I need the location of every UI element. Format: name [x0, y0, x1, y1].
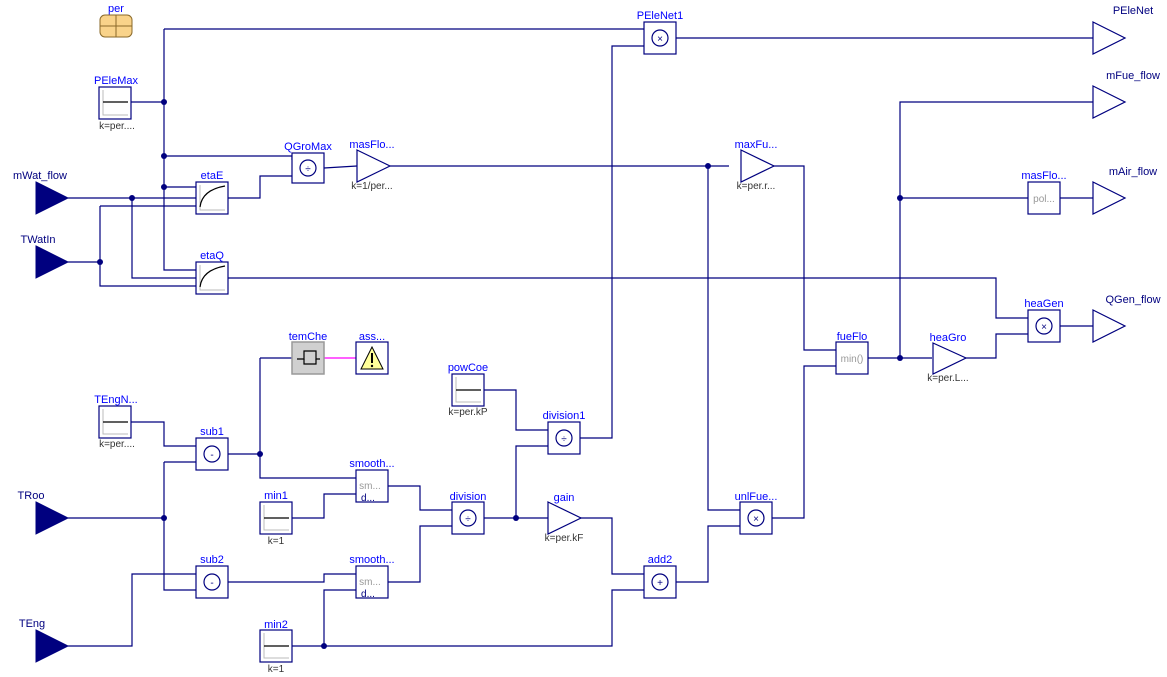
block-QGroMax[interactable]: ÷ QGroMax	[284, 141, 332, 184]
block-division[interactable]: ÷ division	[450, 491, 487, 535]
block-label: division	[450, 491, 487, 503]
block-label: masFlo...	[349, 139, 394, 151]
output-label: PEleNet	[1113, 5, 1153, 17]
block-TEngN[interactable]: TEngN... k=per....	[94, 394, 137, 450]
block-inner-text: d...	[361, 493, 375, 504]
output-mFue_flow[interactable]: mFue_flow	[1092, 70, 1160, 119]
block-parameter: k=per.L...	[927, 373, 968, 384]
output-label: mAir_flow	[1109, 166, 1157, 178]
input-label: TRoo	[18, 490, 45, 502]
block-label: add2	[648, 554, 672, 566]
block-label: min1	[264, 490, 288, 502]
block-etaQ[interactable]: etaQ	[195, 250, 229, 295]
block-parameter: k=per.kP	[448, 407, 488, 418]
block-parameter: k=per.r...	[737, 181, 776, 192]
record-per[interactable]: per	[99, 3, 133, 38]
output-label: mFue_flow	[1106, 70, 1160, 82]
block-label: PEleNet1	[637, 10, 683, 22]
block-label: sub2	[200, 554, 224, 566]
block-label: smooth...	[349, 554, 394, 566]
block-inner-text: pol...	[1033, 194, 1055, 205]
divide-icon: ÷	[465, 514, 471, 525]
output-PEleNet[interactable]: PEleNet	[1092, 5, 1153, 55]
block-label: PEleMax	[94, 75, 139, 87]
block-PEleNet1[interactable]: × PEleNet1	[637, 10, 683, 55]
input-label: mWat_flow	[13, 170, 67, 182]
block-label: masFlo...	[1021, 170, 1066, 182]
block-powCoe[interactable]: powCoe k=per.kP	[448, 362, 488, 418]
input-label: TEng	[19, 618, 45, 630]
block-smooth1[interactable]: sm... d... smooth...	[349, 458, 394, 504]
block-fueFlo[interactable]: min() fueFlo	[835, 331, 869, 375]
block-temChe[interactable]: temChe	[289, 331, 328, 375]
block-label: sub1	[200, 426, 224, 438]
block-inner-text: min()	[841, 354, 864, 365]
input-mWat_flow[interactable]: mWat_flow	[13, 170, 70, 215]
block-label: min2	[264, 619, 288, 631]
block-label: fueFlo	[837, 331, 868, 343]
minus-icon: -	[210, 578, 213, 589]
block-parameter: k=1	[268, 664, 285, 675]
plus-icon: +	[657, 578, 663, 589]
block-min2[interactable]: min2 k=1	[259, 619, 293, 675]
multiply-icon: ×	[753, 514, 759, 525]
divide-icon: ÷	[305, 164, 311, 175]
block-label: division1	[543, 410, 586, 422]
block-label: heaGen	[1024, 298, 1063, 310]
output-QGen_flow[interactable]: QGen_flow	[1092, 294, 1161, 343]
block-label: per	[108, 3, 124, 15]
block-parameter: k=per....	[99, 121, 135, 132]
block-heaGro[interactable]: heaGro k=per.L...	[927, 332, 968, 384]
block-inner-text: d...	[361, 589, 375, 600]
multiply-icon: ×	[1041, 322, 1047, 333]
block-label: gain	[554, 492, 575, 504]
block-inner-text: sm...	[359, 481, 381, 492]
block-heaGen[interactable]: × heaGen	[1024, 298, 1064, 343]
block-min1[interactable]: min1 k=1	[259, 490, 293, 547]
block-label: maxFu...	[735, 139, 778, 151]
block-label: unlFue...	[735, 491, 778, 503]
input-TRoo[interactable]: TRoo	[18, 490, 70, 535]
block-masFlo2[interactable]: pol... masFlo...	[1021, 170, 1067, 215]
block-label: temChe	[289, 331, 328, 343]
block-ass[interactable]: ass...	[355, 331, 389, 375]
output-label: QGen_flow	[1105, 294, 1160, 306]
block-label: heaGro	[930, 332, 967, 344]
block-label: powCoe	[448, 362, 488, 374]
block-diagram: per mWat_flow TWatIn TRoo TEng PEleNet m…	[13, 3, 1161, 675]
block-label: etaQ	[200, 250, 224, 262]
multiply-icon: ×	[657, 34, 663, 45]
input-TWatIn[interactable]: TWatIn	[20, 234, 70, 279]
input-TEng[interactable]: TEng	[19, 618, 70, 663]
divide-icon: ÷	[561, 434, 567, 445]
block-maxFu[interactable]: maxFu... k=per.r...	[735, 139, 778, 192]
block-parameter: k=per.kF	[545, 533, 584, 544]
output-mAir_flow[interactable]: mAir_flow	[1092, 166, 1157, 215]
block-sub1[interactable]: - sub1	[195, 426, 229, 471]
input-label: TWatIn	[20, 234, 55, 246]
block-inner-text: sm...	[359, 577, 381, 588]
block-label: TEngN...	[94, 394, 137, 406]
block-PEleMax[interactable]: PEleMax k=per....	[94, 75, 139, 132]
block-parameter: k=1	[268, 536, 285, 547]
minus-icon: -	[210, 450, 213, 461]
block-unlFue[interactable]: × unlFue...	[735, 491, 778, 535]
block-etaE[interactable]: etaE	[195, 170, 229, 215]
block-division1[interactable]: ÷ division1	[543, 410, 586, 455]
block-label: QGroMax	[284, 141, 332, 153]
block-gain[interactable]: gain k=per.kF	[545, 492, 584, 544]
block-label: ass...	[359, 331, 385, 343]
block-label: smooth...	[349, 458, 394, 470]
block-smooth2[interactable]: sm... d... smooth...	[349, 554, 394, 600]
block-parameter: k=1/per...	[351, 181, 392, 192]
block-label: etaE	[201, 170, 224, 182]
block-add2[interactable]: + add2	[643, 554, 677, 599]
block-sub2[interactable]: - sub2	[195, 554, 229, 599]
block-parameter: k=per....	[99, 439, 135, 450]
